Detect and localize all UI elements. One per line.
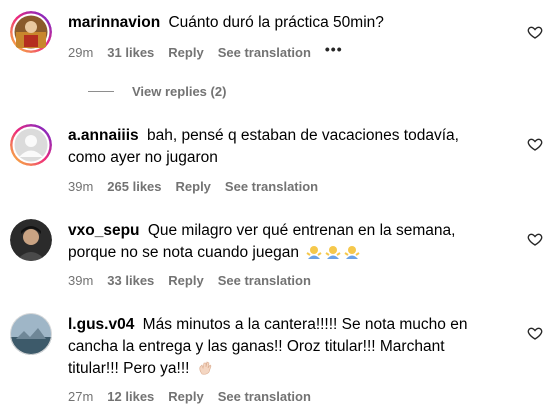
reply-button[interactable]: Reply bbox=[168, 273, 203, 288]
comment-body: marinnavion Cuánto duró la práctica 50mi… bbox=[68, 12, 498, 34]
username[interactable]: a.annaiiis bbox=[68, 127, 139, 144]
comment-meta: 39m 265 likes Reply See translation bbox=[68, 179, 332, 194]
comment-body: a.annaiiis bah, pensé q estaban de vacac… bbox=[68, 125, 498, 169]
divider-line bbox=[88, 91, 114, 92]
comment-text: Cuánto duró la práctica 50min? bbox=[168, 14, 384, 31]
person-shrugging-icon bbox=[306, 244, 322, 267]
see-translation-button[interactable]: See translation bbox=[218, 273, 311, 288]
heart-icon[interactable] bbox=[527, 136, 543, 152]
avatar[interactable] bbox=[10, 313, 52, 355]
comment-meta: 27m 12 likes Reply See translation bbox=[68, 389, 325, 404]
comment-meta: 39m 33 likes Reply See translation bbox=[68, 273, 325, 288]
see-translation-button[interactable]: See translation bbox=[225, 179, 318, 194]
more-options-icon[interactable]: ••• bbox=[325, 41, 343, 57]
likes-count[interactable]: 265 likes bbox=[107, 179, 161, 194]
reply-button[interactable]: Reply bbox=[168, 45, 203, 60]
person-shrugging-icon bbox=[325, 244, 341, 267]
comment-age: 29m bbox=[68, 44, 94, 60]
likes-count[interactable]: 33 likes bbox=[107, 273, 154, 288]
view-replies-button[interactable]: View replies (2) bbox=[88, 84, 226, 99]
see-translation-button[interactable]: See translation bbox=[218, 389, 311, 404]
waving-hand-icon bbox=[197, 360, 213, 383]
comment-body: l.gus.v04 Más minutos a la cantera!!!!! … bbox=[68, 314, 498, 383]
reply-button[interactable]: Reply bbox=[176, 179, 211, 194]
person-shrugging-icon bbox=[344, 244, 360, 267]
username[interactable]: vxo_sepu bbox=[68, 222, 140, 239]
heart-icon[interactable] bbox=[527, 231, 543, 247]
likes-count[interactable]: 12 likes bbox=[107, 389, 154, 404]
username[interactable]: marinnavion bbox=[68, 14, 160, 31]
reply-button[interactable]: Reply bbox=[168, 389, 203, 404]
likes-count[interactable]: 31 likes bbox=[107, 45, 154, 60]
username[interactable]: l.gus.v04 bbox=[68, 316, 134, 333]
heart-icon[interactable] bbox=[527, 325, 543, 341]
comment-age: 39m bbox=[68, 273, 94, 288]
see-translation-button[interactable]: See translation bbox=[218, 45, 311, 60]
view-replies-label: View replies (2) bbox=[132, 84, 227, 99]
avatar[interactable] bbox=[10, 219, 52, 261]
heart-icon[interactable] bbox=[527, 24, 543, 40]
avatar[interactable] bbox=[10, 11, 52, 53]
comment-body: vxo_sepu Que milagro ver qué entrenan en… bbox=[68, 220, 498, 267]
comment-age: 27m bbox=[68, 389, 94, 404]
comment-meta: 29m 31 likes Reply See translation ••• bbox=[68, 41, 357, 60]
comment-age: 39m bbox=[68, 179, 94, 194]
avatar[interactable] bbox=[10, 124, 52, 166]
